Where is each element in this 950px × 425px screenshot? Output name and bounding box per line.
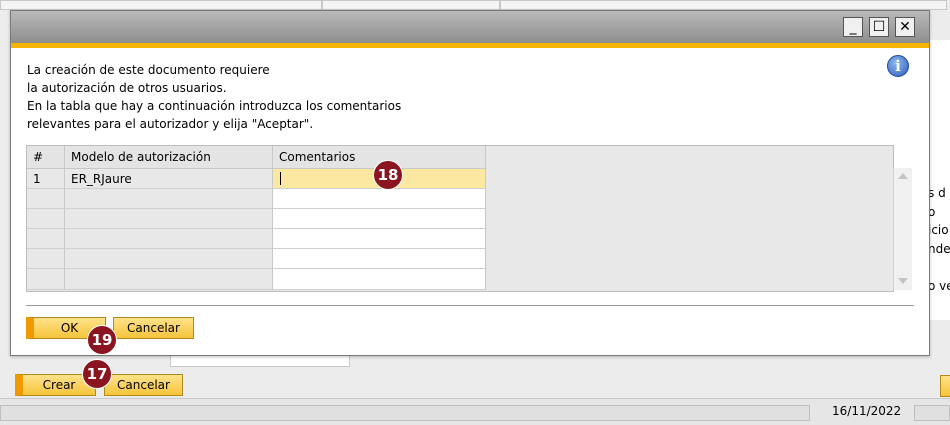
message-line: La creación de este documento requiere <box>27 63 270 77</box>
authorization-dialog: _ ☐ ✕ i La creación de este documento re… <box>10 10 930 356</box>
row-number[interactable] <box>27 209 65 229</box>
step-marker-17: 17 <box>82 359 112 389</box>
info-icon: i <box>887 55 909 77</box>
scroll-down-icon[interactable] <box>898 278 908 284</box>
row-number[interactable] <box>27 189 65 209</box>
bg-text: nde <box>928 242 950 256</box>
row-number[interactable] <box>27 269 65 290</box>
comment-cell[interactable] <box>273 269 486 290</box>
bg-right-button[interactable] <box>940 375 950 397</box>
step-marker-18: 18 <box>373 160 403 190</box>
comment-cell[interactable] <box>273 229 486 249</box>
message-line: la autorización de otros usuarios. <box>27 81 227 95</box>
bg-cancel-button[interactable]: Cancelar <box>104 374 183 396</box>
model-cell[interactable] <box>65 249 273 269</box>
comment-cell[interactable] <box>273 189 486 209</box>
model-cell[interactable] <box>65 269 273 290</box>
model-cell[interactable]: ER_RJaure <box>65 169 273 189</box>
message-line: En la tabla que hay a continuación intro… <box>27 99 402 113</box>
authorization-table: # Modelo de autorización Comentarios 1 E… <box>26 145 894 292</box>
bg-text: o ve <box>928 279 950 293</box>
maximize-button[interactable]: ☐ <box>869 17 889 37</box>
bg-input-field[interactable] <box>170 355 350 367</box>
dialog-titlebar[interactable]: _ ☐ ✕ <box>11 11 929 43</box>
row-number[interactable] <box>27 229 65 249</box>
row-number[interactable]: 1 <box>27 169 65 189</box>
status-date: 16/11/2022 <box>832 404 902 418</box>
bg-grid-cell <box>322 0 500 10</box>
status-segment <box>914 405 950 421</box>
model-cell[interactable] <box>65 189 273 209</box>
model-cell[interactable] <box>65 209 273 229</box>
bg-text: icio <box>928 223 949 237</box>
bg-grid-cell <box>500 0 947 10</box>
text-caret <box>280 172 281 185</box>
comment-cell[interactable] <box>273 249 486 269</box>
model-cell[interactable] <box>65 229 273 249</box>
comment-cell[interactable] <box>273 209 486 229</box>
divider <box>26 305 914 306</box>
message-line: relevantes para el autorizador y elija "… <box>27 117 314 131</box>
step-marker-19: 19 <box>87 325 117 355</box>
bg-text: s d <box>928 186 946 200</box>
status-bar: 16/11/2022 <box>0 398 950 425</box>
row-number[interactable] <box>27 249 65 269</box>
scroll-up-icon[interactable] <box>898 173 908 179</box>
cancel-button[interactable]: Cancelar <box>113 317 194 339</box>
minimize-button[interactable]: _ <box>843 17 863 37</box>
vertical-scrollbar[interactable] <box>893 168 912 290</box>
column-header-model[interactable]: Modelo de autorización <box>65 146 273 169</box>
status-segment <box>0 405 810 421</box>
bg-grid-cell <box>0 0 322 10</box>
title-accent-bar <box>11 43 929 48</box>
close-button[interactable]: ✕ <box>895 17 915 37</box>
column-header-number[interactable]: # <box>27 146 65 169</box>
